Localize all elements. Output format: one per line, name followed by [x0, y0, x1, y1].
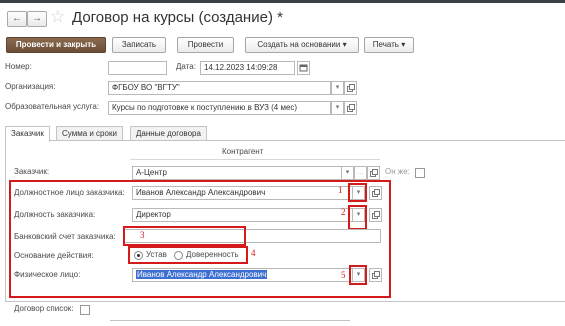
back-arrow-icon: ← — [12, 13, 22, 24]
basis-option-charter[interactable]: Устав — [146, 249, 167, 261]
tab-contract-data[interactable]: Данные договора — [130, 126, 207, 141]
window-title: Договор на курсы (создание) * — [72, 9, 283, 26]
contract-list-checkbox[interactable] — [80, 305, 90, 315]
person-dropdown-button[interactable]: ▾ — [352, 268, 365, 282]
print-label: Печать — [372, 40, 399, 49]
service-label: Образовательная услуга: — [5, 102, 100, 111]
tab-customer[interactable]: Заказчик — [5, 126, 50, 142]
chevron-down-icon: ▾ — [335, 84, 340, 91]
save-button[interactable]: Записать — [112, 37, 166, 53]
bottom-field-edge — [110, 320, 350, 321]
forward-button[interactable]: → — [27, 11, 47, 27]
organization-dropdown-button[interactable]: ▾ — [331, 81, 344, 95]
open-form-icon — [370, 169, 378, 177]
chevron-down-icon: ▾ — [345, 169, 350, 176]
contract-list-label: Договор список: — [14, 304, 74, 313]
window-top-strip — [0, 0, 565, 3]
basis-option-power-of-attorney[interactable]: Доверенность — [186, 249, 239, 261]
calendar-button[interactable] — [297, 61, 310, 75]
also-label: Он же: — [385, 167, 410, 176]
chevron-down-icon: ▾ — [356, 189, 361, 196]
favorite-star-icon[interactable]: ☆ — [50, 7, 65, 27]
service-field[interactable]: Курсы по подготовке к поступлению в ВУЗ … — [108, 101, 331, 115]
person-open-button[interactable] — [369, 268, 382, 282]
chevron-down-icon: ▾ — [342, 40, 347, 49]
open-form-icon — [347, 104, 355, 112]
chevron-down-icon: ▾ — [356, 271, 361, 278]
date-field[interactable]: 14.12.2023 14:09:28 — [200, 61, 295, 75]
section-title: Контрагент — [222, 147, 264, 156]
post-button[interactable]: Провести — [177, 37, 234, 53]
chevron-down-icon: ▾ — [401, 40, 406, 49]
create-based-on-label: Создать на основании — [257, 40, 341, 49]
person-field[interactable]: Иванов Александр Александрович — [132, 268, 357, 282]
post-and-close-button[interactable]: Провести и закрыть — [6, 37, 106, 53]
number-field[interactable] — [108, 61, 167, 75]
bank-account-label: Банковский счет заказчика: — [14, 232, 116, 241]
tab-sum-and-terms[interactable]: Сумма и сроки — [56, 126, 123, 141]
date-label: Дата: — [176, 62, 196, 71]
position-dropdown-button[interactable]: ▾ — [352, 208, 365, 222]
calendar-icon — [299, 64, 308, 72]
customer-dropdown-button[interactable]: ▾ — [341, 166, 354, 180]
open-form-icon — [372, 271, 380, 279]
person-value-selected: Иванов Александр Александрович — [136, 270, 268, 279]
basis-label: Основание действия: — [14, 251, 94, 260]
number-label: Номер: — [5, 62, 32, 71]
create-based-on-button[interactable]: Создать на основании ▾ — [245, 37, 359, 53]
annotation-number: 5 — [341, 270, 346, 280]
customer-label: Заказчик: — [14, 167, 50, 176]
organization-field[interactable]: ФГБОУ ВО "ВГТУ" — [108, 81, 331, 95]
back-button[interactable]: ← — [7, 11, 27, 27]
organization-open-button[interactable] — [344, 81, 357, 95]
annotation-number: 3 — [140, 230, 145, 240]
annotation-number: 1 — [338, 185, 343, 195]
annotation-number: 2 — [341, 207, 346, 217]
official-field[interactable]: Иванов Александр Александрович — [132, 186, 357, 200]
chevron-down-icon: ▾ — [356, 211, 361, 218]
customer-field[interactable]: А-Центр — [132, 166, 343, 180]
open-form-icon — [347, 84, 355, 92]
service-dropdown-button[interactable]: ▾ — [331, 101, 344, 115]
official-dropdown-button[interactable]: ▾ — [352, 186, 365, 200]
annotation-number: 4 — [251, 248, 256, 258]
ellipsis-icon: … — [357, 169, 364, 176]
basis-radio-power-of-attorney[interactable] — [174, 251, 183, 260]
person-label: Физическое лицо: — [14, 270, 81, 279]
official-open-button[interactable] — [369, 186, 382, 200]
open-form-icon — [372, 189, 380, 197]
forward-arrow-icon: → — [32, 13, 42, 24]
customer-open-button[interactable] — [367, 166, 380, 180]
position-open-button[interactable] — [369, 208, 382, 222]
open-form-icon — [372, 211, 380, 219]
basis-radio-charter[interactable] — [134, 251, 143, 260]
also-checkbox[interactable] — [415, 168, 425, 178]
customer-select-button[interactable]: … — [354, 166, 367, 180]
position-field[interactable]: Директор — [132, 208, 357, 222]
print-button[interactable]: Печать ▾ — [364, 37, 414, 53]
chevron-down-icon: ▾ — [335, 104, 340, 111]
organization-label: Организация: — [5, 82, 56, 91]
official-label: Должностное лицо заказчика: — [14, 188, 125, 197]
service-open-button[interactable] — [344, 101, 357, 115]
section-divider — [130, 159, 380, 160]
position-label: Должность заказчика: — [14, 210, 96, 219]
